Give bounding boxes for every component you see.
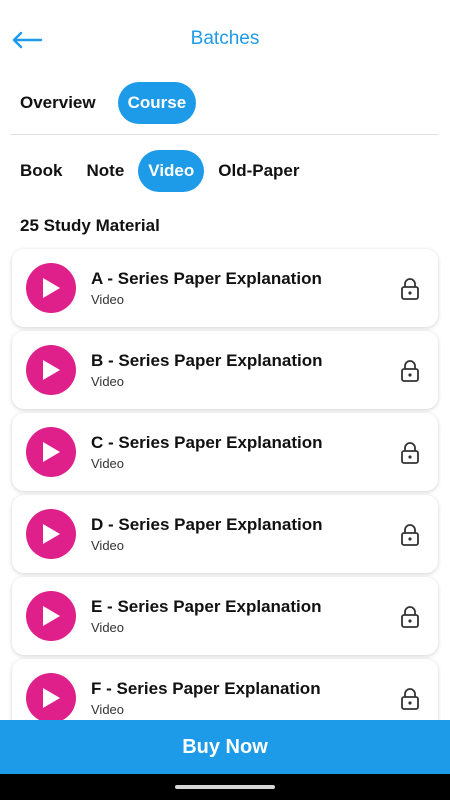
play-button[interactable] xyxy=(26,591,76,641)
play-icon xyxy=(43,524,60,544)
play-button[interactable] xyxy=(26,427,76,477)
item-type: Video xyxy=(91,456,125,471)
tab-note[interactable]: Note xyxy=(77,150,135,192)
tab-video[interactable]: Video xyxy=(138,150,205,192)
play-icon xyxy=(43,688,60,708)
tab-overview[interactable]: Overview xyxy=(10,82,106,124)
play-button[interactable] xyxy=(26,345,76,395)
item-type: Video xyxy=(91,538,125,553)
page-title: Batches xyxy=(190,28,260,49)
item-title: F - Series Paper Explanation xyxy=(91,679,321,698)
item-type: Video xyxy=(91,702,125,717)
play-icon xyxy=(43,442,60,462)
play-button[interactable] xyxy=(26,509,76,559)
item-title: B - Series Paper Explanation xyxy=(91,351,323,370)
lock-icon xyxy=(401,688,419,710)
material-list: A - Series Paper Explanation Video B - S… xyxy=(12,249,438,741)
play-icon xyxy=(43,360,60,380)
system-nav-bar xyxy=(0,774,450,800)
item-type: Video xyxy=(91,292,125,307)
play-icon xyxy=(43,278,60,298)
play-button[interactable] xyxy=(26,263,76,313)
lock-icon xyxy=(401,442,419,464)
list-item[interactable]: C - Series Paper Explanation Video xyxy=(12,413,438,491)
item-title: D - Series Paper Explanation xyxy=(91,515,323,534)
list-item[interactable]: A - Series Paper Explanation Video xyxy=(12,249,438,327)
item-type: Video xyxy=(91,374,125,389)
item-title: C - Series Paper Explanation xyxy=(91,433,323,452)
tab-book[interactable]: Book xyxy=(10,150,73,192)
app-header: Batches xyxy=(0,0,450,80)
item-title: E - Series Paper Explanation xyxy=(91,597,322,616)
list-item[interactable]: D - Series Paper Explanation Video xyxy=(12,495,438,573)
lock-icon xyxy=(401,278,419,300)
divider xyxy=(10,134,439,135)
buy-now-button[interactable]: Buy Now xyxy=(0,720,450,774)
lock-icon xyxy=(401,524,419,546)
lock-icon xyxy=(401,360,419,382)
tab-course[interactable]: Course xyxy=(117,82,197,124)
material-type-tabs: Book Note Video Old-Paper xyxy=(10,150,310,192)
item-title: A - Series Paper Explanation xyxy=(91,269,322,288)
list-item[interactable]: B - Series Paper Explanation Video xyxy=(12,331,438,409)
material-count: 25 Study Material xyxy=(20,216,160,235)
list-item[interactable]: E - Series Paper Explanation Video xyxy=(12,577,438,655)
tab-old-paper[interactable]: Old-Paper xyxy=(208,150,309,192)
item-type: Video xyxy=(91,620,125,635)
play-button[interactable] xyxy=(26,673,76,723)
lock-icon xyxy=(401,606,419,628)
play-icon xyxy=(43,606,60,626)
home-gesture-handle[interactable] xyxy=(175,785,275,789)
main-tabs: Overview Course xyxy=(10,82,197,124)
